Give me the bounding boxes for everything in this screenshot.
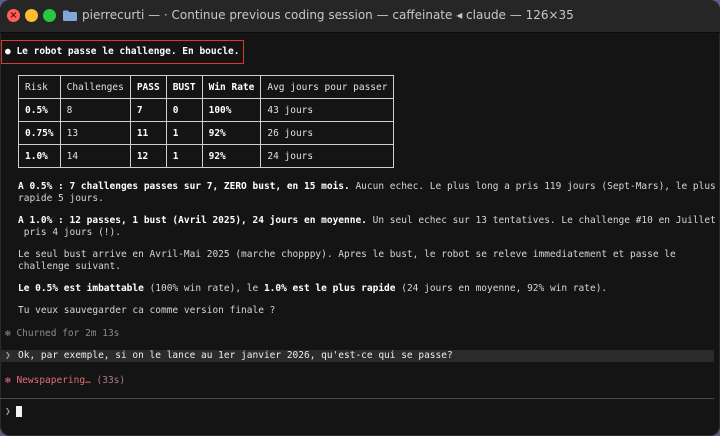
table-cell: 92% — [201, 121, 262, 145]
table-header: Challenges — [59, 75, 131, 99]
chevron-right-icon: ❯ — [5, 406, 11, 417]
question-text: Tu veux sauvegarder ca comme version fin… — [18, 305, 276, 316]
minimize-button[interactable] — [25, 9, 38, 22]
body-text: (100% win rate), le — [143, 283, 264, 294]
table-cell: 7 — [129, 98, 167, 122]
user-message: ● Le robot passe le challenge. En boucle… — [5, 46, 240, 57]
close-icon: × — [9, 10, 18, 21]
churned-status: ✻ Churned for 2m 13s — [5, 328, 120, 339]
table-header: Risk — [18, 75, 61, 99]
zoom-button[interactable] — [43, 9, 56, 22]
table-cell: 11 — [129, 121, 167, 145]
paragraph-half-percent: A 0.5% : 7 challenges passes sur 7, ZERO… — [18, 181, 716, 194]
bold-text: 1.0% est le plus rapide — [263, 283, 396, 294]
bold-text: A 1.0% : 12 passes, 1 bust (Avril 2025),… — [18, 215, 367, 226]
paragraph-line: challenge suivant. — [18, 261, 121, 272]
title-bar: × pierrecurti — · Continue previous codi… — [0, 0, 720, 33]
working-status: ✻ Newspapering… (33s) — [5, 375, 125, 386]
bold-text: Le 0.5% est imbattable — [18, 283, 144, 294]
folder-icon — [63, 10, 77, 21]
table-row: 0.5% 8 7 0 100% 43 jours — [18, 98, 395, 122]
close-button[interactable]: × — [7, 9, 20, 22]
terminal-window: × pierrecurti — · Continue previous codi… — [0, 0, 720, 436]
paragraph-line: rapide 5 jours. — [18, 193, 104, 204]
terminal-content: ● Le robot passe le challenge. En boucle… — [0, 33, 720, 436]
body-text: Un seul echec sur 13 tentatives. Le chal… — [366, 215, 720, 226]
table-cell: 14 — [59, 144, 131, 168]
body-text: (24 jours en moyenne, 92% win rate). — [395, 283, 608, 294]
results-table: Risk Challenges PASS BUST Win Rate Avg j… — [18, 75, 395, 168]
paragraph-line: Le seul bust arrive en Avril-Mai 2025 (m… — [18, 249, 676, 260]
table-cell: 1 — [165, 144, 203, 168]
chevron-right-icon: ❯ — [5, 350, 11, 361]
table-row: 1.0% 14 12 1 92% 24 jours — [18, 144, 395, 168]
table-cell: 0.75% — [18, 121, 61, 145]
status-label: ✻ Newspapering… — [5, 375, 91, 386]
table-cell: 92% — [201, 144, 262, 168]
input-divider — [0, 398, 714, 399]
table-header-row: Risk Challenges PASS BUST Win Rate Avg j… — [18, 75, 395, 99]
bold-text: A 0.5% : 7 challenges passes sur 7, ZERO… — [18, 181, 350, 192]
paragraph-one-percent: A 1.0% : 12 passes, 1 bust (Avril 2025),… — [18, 215, 720, 228]
table-cell: 43 jours — [260, 98, 395, 122]
table-header: Win Rate — [201, 75, 262, 99]
paragraph-summary: Le 0.5% est imbattable (100% win rate), … — [18, 283, 607, 296]
table-cell: 1 — [165, 121, 203, 145]
table-cell: 1.0% — [18, 144, 61, 168]
table-cell: 13 — [59, 121, 131, 145]
table-header: BUST — [165, 75, 203, 99]
table-cell: 12 — [129, 144, 167, 168]
paragraph-line: pris 4 jours (!). — [18, 227, 121, 238]
table-cell: 24 jours — [260, 144, 395, 168]
window-title: pierrecurti — · Continue previous coding… — [82, 8, 574, 22]
table-cell: 0 — [165, 98, 203, 122]
table-cell: 100% — [201, 98, 262, 122]
body-text: Aucun echec. Le plus long a pris 119 jou… — [349, 181, 716, 192]
table-cell: 0.5% — [18, 98, 61, 122]
previous-prompt: Ok, par exemple, si on le lance au 1er j… — [18, 350, 453, 361]
table-row: 0.75% 13 11 1 92% 26 jours — [18, 121, 395, 145]
table-header: Avg jours pour passer — [260, 75, 395, 99]
table-header: PASS — [129, 75, 167, 99]
table-cell: 26 jours — [260, 121, 395, 145]
table-cell: 8 — [59, 98, 131, 122]
text-input-cursor[interactable] — [16, 406, 22, 417]
status-time: (33s) — [90, 375, 126, 386]
